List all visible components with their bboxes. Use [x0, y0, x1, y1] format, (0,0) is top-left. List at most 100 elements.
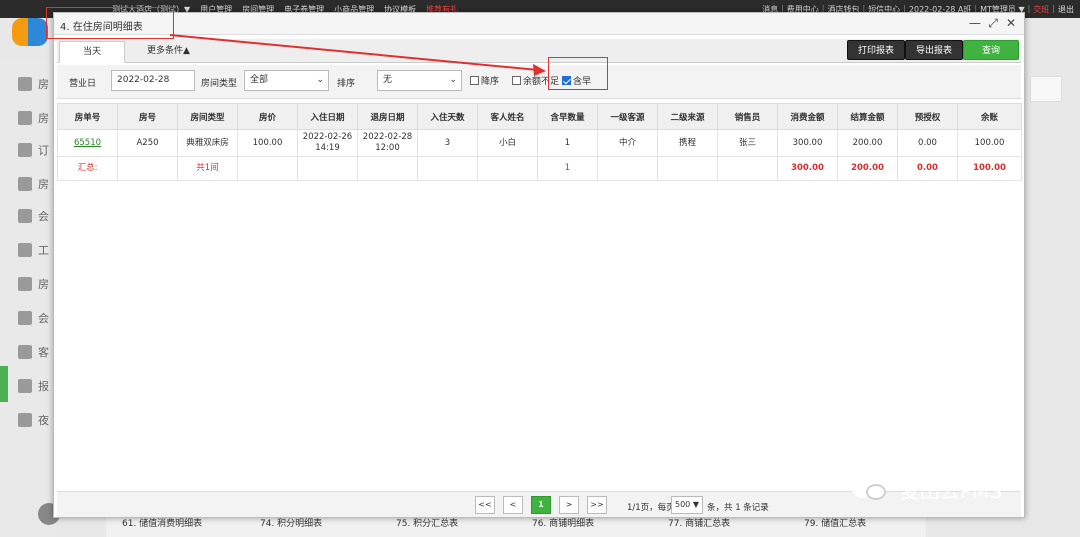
logout-link[interactable]: 退出	[1058, 4, 1074, 15]
current-page-button[interactable]: 1	[531, 496, 551, 514]
annotation-box-title	[46, 7, 174, 39]
col-header[interactable]: 结算金额	[837, 103, 898, 130]
col-header[interactable]: 客人姓名	[477, 103, 538, 130]
table-cell: A250	[117, 129, 178, 157]
table-cell: 典雅双床房	[177, 129, 238, 157]
table-cell: 小白	[477, 129, 538, 157]
sidebar-item-9[interactable]: 客	[18, 340, 54, 364]
col-header[interactable]: 销售员	[717, 103, 778, 130]
room-status-icon	[18, 77, 32, 91]
sidebar-item-6[interactable]: 工	[18, 238, 54, 262]
sidebar-item-4[interactable]: 房	[18, 172, 54, 196]
sidebar-item-3[interactable]: 订	[18, 138, 54, 162]
sidebar-item-2[interactable]: 房	[18, 106, 54, 130]
col-header[interactable]: 余账	[957, 103, 1022, 130]
table-cell: 1	[537, 129, 598, 157]
total-label: 汇总:	[57, 156, 118, 181]
col-header[interactable]: 房间类型	[177, 103, 238, 130]
record-count: 条，共 1 条记录	[707, 503, 769, 513]
table-cell: 100.00	[957, 129, 1022, 157]
tabs-row: 当天 更多条件▲ 打印报表 导出报表 查询	[57, 39, 1021, 63]
total-preauth: 0.00	[897, 156, 958, 181]
table-cell: 2022-02-28 12:00	[357, 129, 418, 157]
report-icon	[18, 379, 32, 393]
col-header[interactable]: 入住天数	[417, 103, 478, 130]
dialog-titlebar: 4. 在住房间明细表 — ⤢ ✕	[54, 13, 1024, 35]
filter-row: 营业日 2022-02-28 房间类型 全部 ⌄ 排序 无 ⌄ 降序 余额不足 含早	[57, 65, 1021, 99]
total-rooms: 共1间	[177, 156, 238, 181]
background-panel	[1030, 76, 1062, 102]
room-type-select[interactable]: 全部 ⌄	[244, 70, 329, 91]
tab-more-conditions[interactable]: 更多条件▲	[135, 41, 202, 63]
total-row: 汇总: 共1间 1 300.00 200.00 0.00 100.00	[57, 156, 1022, 181]
report-dialog: 4. 在住房间明细表 — ⤢ ✕ 当天 更多条件▲ 打印报表 导出报表 查询 营…	[53, 12, 1025, 518]
sidebar-item-8[interactable]: 会	[18, 306, 54, 330]
sidebar-active-indicator	[0, 366, 8, 402]
sidebar-item-7[interactable]: 房	[18, 272, 54, 296]
table-cell: 3	[417, 129, 478, 157]
member-icon	[18, 209, 32, 223]
table-cell: 200.00	[837, 129, 898, 157]
table-cell: 张三	[717, 129, 778, 157]
print-report-button[interactable]: 打印报表	[847, 40, 906, 60]
night-audit-icon	[18, 413, 32, 427]
sidebar: 房 房 订 房 会 工 房 会 客 报 夜	[0, 60, 56, 537]
next-page-button[interactable]: >	[559, 496, 579, 514]
chevron-down-icon: ⌄	[449, 75, 457, 85]
query-button[interactable]: 查询	[963, 40, 1019, 60]
page-info: 1/1页，每页	[627, 503, 675, 513]
business-date-input[interactable]: 2022-02-28	[111, 70, 195, 91]
total-consume: 300.00	[777, 156, 838, 181]
table-cell: 0.00	[897, 129, 958, 157]
table-cell: 2022-02-26 14:19	[297, 129, 358, 157]
table-row[interactable]: 65510 A250 典雅双床房 100.00 2022-02-26 14:19…	[57, 129, 1022, 157]
minimize-icon[interactable]: —	[968, 16, 982, 30]
sidebar-item-5[interactable]: 会	[18, 204, 54, 228]
table-cell: 携程	[657, 129, 718, 157]
room-type-label: 房间类型	[201, 79, 238, 89]
chevron-down-icon: ⌄	[316, 75, 324, 85]
handover-link[interactable]: 交班	[1033, 4, 1049, 15]
page-size-select[interactable]: 500 ▼	[671, 496, 703, 514]
order-icon	[18, 143, 32, 157]
first-page-button[interactable]: <<	[475, 496, 495, 514]
tool-icon	[18, 243, 32, 257]
last-page-button[interactable]: >>	[587, 496, 607, 514]
wechat-icon	[852, 476, 892, 502]
data-table: 房单号 房号 房间类型 房价 入住日期 退房日期 入住天数 客人姓名 含早数量 …	[57, 103, 1022, 181]
total-breakfast: 1	[537, 156, 598, 181]
col-header[interactable]: 入住日期	[297, 103, 358, 130]
sort-label: 排序	[337, 79, 356, 89]
col-header[interactable]: 二级来源	[657, 103, 718, 130]
col-header[interactable]: 退房日期	[357, 103, 418, 130]
checkbox-icon	[470, 76, 479, 85]
descending-checkbox[interactable]: 降序	[470, 74, 499, 87]
sidebar-item-11[interactable]: 夜	[18, 408, 54, 432]
sidebar-item-10[interactable]: 报	[18, 374, 54, 398]
order-number-link[interactable]: 65510	[57, 129, 118, 157]
col-header[interactable]: 含早数量	[537, 103, 598, 130]
app-logo	[12, 14, 48, 50]
chart-icon	[18, 111, 32, 125]
tab-today[interactable]: 当天	[59, 41, 125, 63]
table-cell: 300.00	[777, 129, 838, 157]
col-header[interactable]: 房单号	[57, 103, 118, 130]
col-header[interactable]: 消费金额	[777, 103, 838, 130]
sort-select[interactable]: 无 ⌄	[377, 70, 462, 91]
col-header[interactable]: 房号	[117, 103, 178, 130]
col-header[interactable]: 预授权	[897, 103, 958, 130]
close-icon[interactable]: ✕	[1004, 16, 1018, 30]
sidebar-item-1[interactable]: 房	[18, 72, 54, 96]
maximize-icon[interactable]: ⤢	[986, 16, 1000, 30]
document-icon	[18, 177, 32, 191]
prev-page-button[interactable]: <	[503, 496, 523, 514]
finance-icon	[18, 277, 32, 291]
table-header-row: 房单号 房号 房间类型 房价 入住日期 退房日期 入住天数 客人姓名 含早数量 …	[57, 103, 1022, 130]
brand-watermark: 麦田云PMS	[852, 474, 1052, 504]
annotation-box-breakfast	[548, 57, 608, 90]
col-header[interactable]: 一级客源	[597, 103, 658, 130]
export-report-button[interactable]: 导出报表	[905, 40, 964, 60]
total-settle: 200.00	[837, 156, 898, 181]
business-date-label: 营业日	[69, 79, 97, 89]
col-header[interactable]: 房价	[237, 103, 298, 130]
